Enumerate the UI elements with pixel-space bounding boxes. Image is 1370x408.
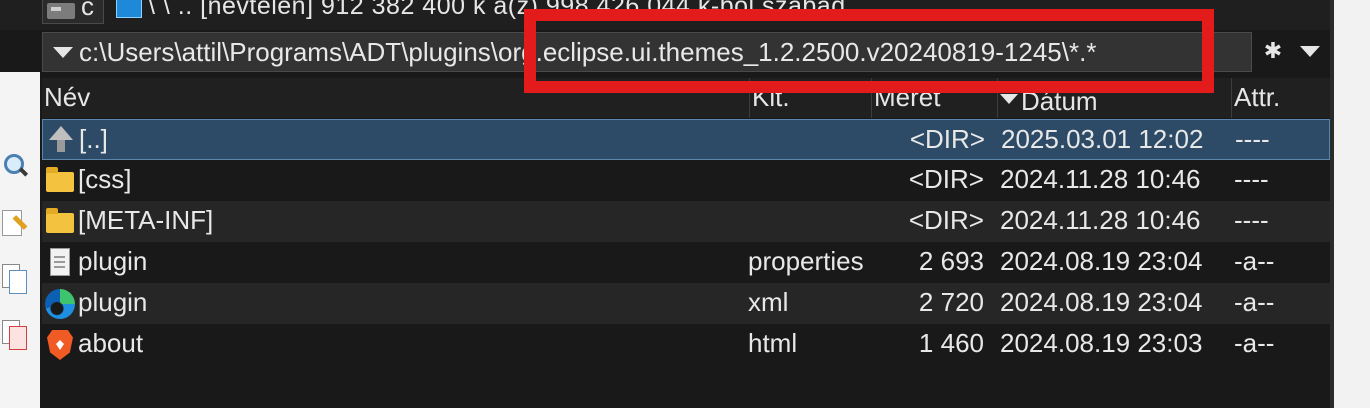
file-ext: properties [748, 246, 864, 276]
edge-browser-icon [44, 289, 75, 319]
asterisk-icon[interactable]: ✱ [1260, 38, 1286, 66]
file-name: [META-INF] [78, 205, 214, 235]
brave-browser-icon [44, 330, 74, 360]
file-row[interactable]: [..] <DIR> 2025.03.01 12:02 ---- [42, 119, 1330, 160]
sort-descending-icon [1000, 94, 1018, 104]
file-ext: xml [748, 287, 789, 317]
parent-dir-icon [45, 126, 75, 156]
file-row[interactable]: plugin properties 2 693 2024.08.19 23:04… [42, 242, 1330, 283]
file-date: 2024.11.28 10:46 [1000, 205, 1201, 235]
file-list: [..] <DIR> 2025.03.01 12:02 ---- [css] <… [42, 119, 1330, 408]
file-row[interactable]: [META-INF] <DIR> 2024.11.28 10:46 ---- [42, 201, 1330, 242]
file-date: 2024.08.19 23:04 [1000, 246, 1203, 276]
file-attr: -a-- [1234, 328, 1275, 358]
file-date: 2024.11.28 10:46 [1000, 164, 1201, 194]
drive-letter: c [81, 0, 94, 21]
left-toolbar [0, 72, 40, 408]
file-name: [css] [78, 164, 132, 194]
file-size: 2 720 [918, 287, 984, 317]
column-attr[interactable]: Attr. [1232, 78, 1330, 118]
history-dropdown-icon[interactable] [1300, 46, 1320, 57]
file-size: 1 460 [918, 328, 984, 358]
file-date: 2024.08.19 23:03 [1000, 328, 1203, 358]
file-row[interactable]: about html 1 460 2024.08.19 23:03 -a-- [42, 324, 1330, 365]
file-size: <DIR> [908, 205, 984, 235]
edit-icon[interactable] [2, 210, 28, 238]
drive-selector-button[interactable]: c [42, 0, 104, 24]
file-attr: -a-- [1234, 246, 1275, 276]
column-attr-label: Attr. [1234, 82, 1281, 112]
column-name-label: Név [44, 82, 91, 112]
file-attr: ---- [1235, 124, 1270, 154]
path-prefix: c:\Users\attil\Programs\ADT\plugins [79, 37, 491, 67]
divider [1330, 0, 1334, 408]
copy-icon[interactable] [2, 264, 28, 294]
file-attr: ---- [1234, 164, 1269, 194]
window-edge [1330, 0, 1370, 408]
network-drive-icon[interactable] [116, 0, 142, 18]
document-icon [44, 248, 74, 278]
file-name: plugin [78, 287, 148, 317]
chevron-down-icon[interactable] [53, 47, 73, 58]
search-icon[interactable] [2, 152, 28, 180]
file-size: <DIR> [909, 124, 985, 154]
file-attr: -a-- [1234, 287, 1275, 317]
file-name: plugin [78, 246, 148, 276]
file-size: <DIR> [908, 164, 984, 194]
folder-icon [44, 207, 74, 237]
delete-icon[interactable] [2, 320, 28, 350]
file-ext: html [748, 328, 798, 358]
file-name: about [78, 328, 144, 358]
file-row[interactable]: plugin xml 2 720 2024.08.19 23:04 -a-- [42, 283, 1330, 324]
file-row[interactable]: [css] <DIR> 2024.11.28 10:46 ---- [42, 160, 1330, 201]
folder-icon [44, 166, 74, 196]
file-size: 2 693 [918, 246, 984, 276]
drive-icon [47, 3, 75, 19]
file-date: 2024.08.19 23:04 [1000, 287, 1203, 317]
file-date: 2025.03.01 12:02 [1001, 124, 1204, 154]
file-name: [..] [79, 124, 108, 154]
highlight-rectangle [524, 9, 1214, 93]
file-attr: ---- [1234, 205, 1269, 235]
